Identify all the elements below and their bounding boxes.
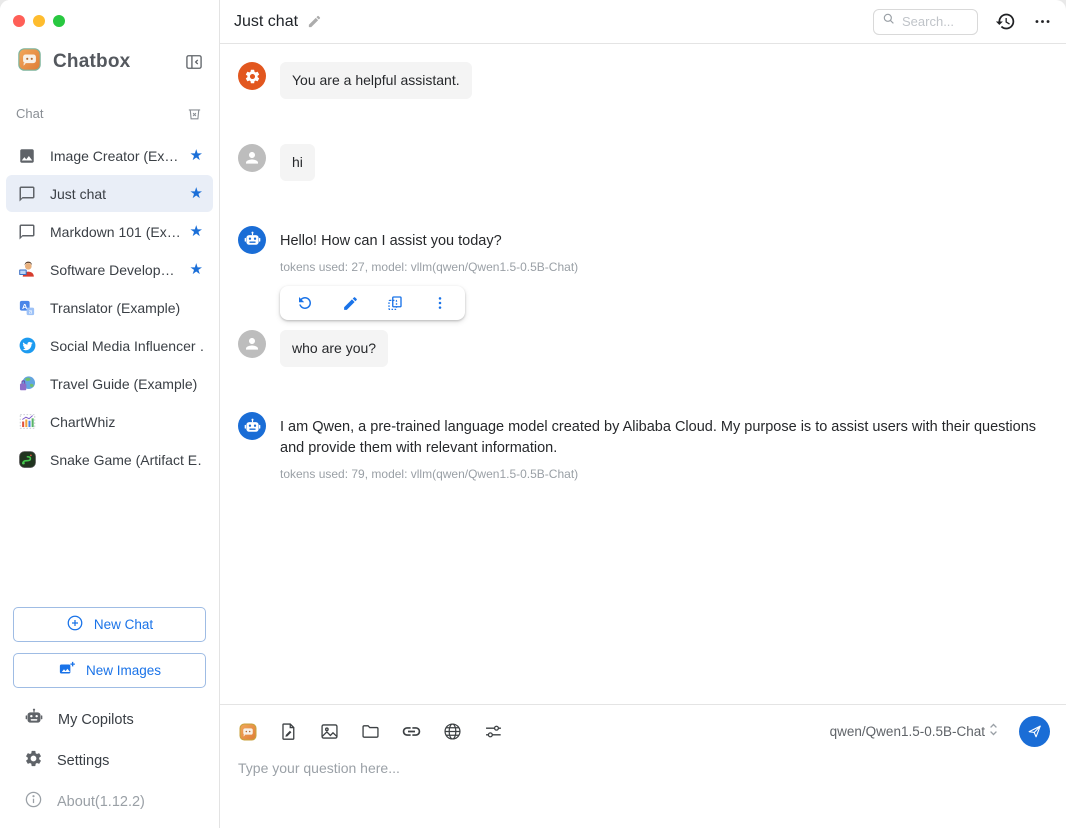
twitter-icon xyxy=(17,336,37,356)
info-icon xyxy=(24,790,43,814)
new-images-button[interactable]: New Images xyxy=(13,653,206,688)
model-selector[interactable]: qwen/Qwen1.5-0.5B-Chat xyxy=(830,722,999,742)
message-system: You are a helpful assistant. xyxy=(238,62,1042,99)
image-icon xyxy=(17,146,37,166)
sidebar-item-software-developer[interactable]: Software Develop… ★ xyxy=(6,251,213,288)
message-assistant: Hello! How can I assist you today? token… xyxy=(238,226,1042,321)
sidebar-item-image-creator[interactable]: Image Creator (Ex… ★ xyxy=(6,137,213,174)
gear-icon xyxy=(24,749,43,773)
chatbox-logo-icon[interactable] xyxy=(238,722,258,742)
chatbox-window: Chatbox Chat Imag xyxy=(0,0,1066,828)
user-avatar xyxy=(238,330,266,358)
user-avatar xyxy=(238,144,266,172)
message-text: I am Qwen, a pre-trained language model … xyxy=(280,417,1042,458)
robot-icon xyxy=(24,707,44,732)
history-icon[interactable] xyxy=(995,11,1016,32)
chat-bubble-icon xyxy=(17,222,37,242)
minimize-window-button[interactable] xyxy=(33,15,45,27)
sidebar-item-just-chat[interactable]: Just chat ★ xyxy=(6,175,213,212)
message-bubble: hi xyxy=(280,144,315,181)
app-title: Chatbox xyxy=(53,51,130,73)
token-usage-label: tokens used: 27, model: vllm(qwen/Qwen1.… xyxy=(280,260,578,274)
sidebar-item-social-media-influencer[interactable]: Social Media Influencer … xyxy=(6,327,213,364)
chat-panel: Just chat xyxy=(220,0,1066,828)
chat-bubble-icon xyxy=(17,184,37,204)
my-copilots-item[interactable]: My Copilots xyxy=(13,699,206,740)
snake-game-icon xyxy=(17,450,37,470)
chatbox-logo-icon xyxy=(16,46,43,78)
select-chevrons-icon xyxy=(988,722,999,742)
star-icon[interactable]: ★ xyxy=(184,224,203,239)
message-user: who are you? xyxy=(238,330,1042,367)
copy-icon[interactable] xyxy=(386,294,404,312)
travel-globe-icon xyxy=(17,374,37,394)
chat-section-label: Chat xyxy=(16,106,43,121)
more-actions-icon[interactable] xyxy=(431,294,449,312)
more-options-icon[interactable] xyxy=(1033,12,1052,31)
token-usage-label: tokens used: 79, model: vllm(qwen/Qwen1.… xyxy=(280,467,1042,481)
search-icon xyxy=(882,12,896,31)
assistant-robot-avatar xyxy=(238,226,266,254)
technologist-icon xyxy=(17,260,37,280)
message-user: hi xyxy=(238,144,1042,181)
translator-icon: A a xyxy=(17,298,37,318)
message-input[interactable] xyxy=(238,760,1050,808)
message-assistant: I am Qwen, a pre-trained language model … xyxy=(238,412,1042,481)
attach-image-icon[interactable] xyxy=(319,721,340,742)
settings-item[interactable]: Settings xyxy=(13,740,206,781)
plus-circle-icon xyxy=(66,614,84,635)
about-item[interactable]: About(1.12.2) xyxy=(13,781,206,822)
image-plus-icon xyxy=(58,660,76,681)
sidebar-item-translator[interactable]: A a Translator (Example) xyxy=(6,289,213,326)
collapse-sidebar-icon[interactable] xyxy=(183,51,205,73)
folder-icon[interactable] xyxy=(360,721,381,742)
search-input[interactable] xyxy=(902,14,969,29)
sidebar-item-travel-guide[interactable]: Travel Guide (Example) xyxy=(6,365,213,402)
system-gear-avatar xyxy=(238,62,266,90)
star-icon[interactable]: ★ xyxy=(184,148,203,163)
close-window-button[interactable] xyxy=(13,15,25,27)
conversation-list: Image Creator (Ex… ★ Just chat ★ xyxy=(0,136,219,479)
message-text: Hello! How can I assist you today? xyxy=(280,231,578,252)
assistant-robot-avatar xyxy=(238,412,266,440)
message-bubble: who are you? xyxy=(280,330,388,367)
maximize-window-button[interactable] xyxy=(53,15,65,27)
star-icon[interactable]: ★ xyxy=(184,262,203,277)
chat-title: Just chat xyxy=(234,13,298,31)
window-controls xyxy=(0,0,219,27)
web-browsing-icon[interactable] xyxy=(442,721,463,742)
message-list: You are a helpful assistant. hi xyxy=(220,44,1066,704)
chat-header: Just chat xyxy=(220,0,1066,44)
bar-chart-icon xyxy=(17,412,37,432)
sidebar-item-markdown-101[interactable]: Markdown 101 (Ex… ★ xyxy=(6,213,213,250)
message-actions-toolbar xyxy=(280,286,465,320)
clear-conversations-icon[interactable] xyxy=(186,105,203,122)
message-bubble: You are a helpful assistant. xyxy=(280,62,472,99)
search-box[interactable] xyxy=(873,9,978,35)
attach-file-icon[interactable] xyxy=(278,721,299,742)
sidebar: Chatbox Chat Imag xyxy=(0,0,220,828)
sidebar-item-chartwhiz[interactable]: ChartWhiz xyxy=(6,403,213,440)
sidebar-item-snake-game[interactable]: Snake Game (Artifact E… xyxy=(6,441,213,478)
new-chat-button[interactable]: New Chat xyxy=(13,607,206,642)
composer: qwen/Qwen1.5-0.5B-Chat xyxy=(220,704,1066,828)
model-label: qwen/Qwen1.5-0.5B-Chat xyxy=(830,724,985,739)
edit-title-icon[interactable] xyxy=(307,14,322,29)
edit-message-icon[interactable] xyxy=(341,294,359,312)
send-button[interactable] xyxy=(1019,716,1050,747)
tune-icon[interactable] xyxy=(483,721,504,742)
link-icon[interactable] xyxy=(401,721,422,742)
regenerate-icon[interactable] xyxy=(296,294,314,312)
star-icon[interactable]: ★ xyxy=(184,186,203,201)
